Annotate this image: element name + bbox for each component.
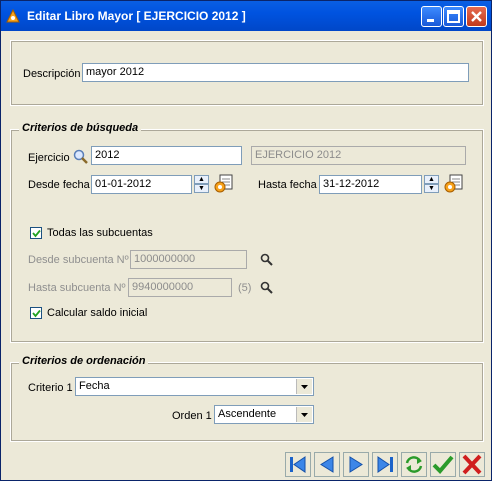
saldo-inicial-label: Calcular saldo inicial — [47, 307, 148, 319]
close-icon — [471, 11, 482, 22]
first-record-button[interactable] — [285, 452, 311, 477]
criterio1-label: Criterio 1 — [28, 382, 73, 394]
search-icon[interactable] — [260, 281, 273, 294]
criterio1-select[interactable]: Fecha — [75, 377, 314, 396]
todas-subcuentas-label: Todas las subcuentas — [47, 227, 153, 239]
chevron-down-icon[interactable] — [296, 407, 312, 422]
next-record-button[interactable] — [343, 452, 369, 477]
ejercicio-label: Ejercicio — [28, 152, 70, 164]
orden1-value: Ascendente — [218, 408, 277, 420]
desde-fecha-input[interactable]: 01-01-2012 — [91, 175, 192, 194]
hasta-fecha-spinner[interactable]: ▲ ▼ — [424, 175, 439, 194]
window-title: Editar Libro Mayor [ EJERCICIO 2012 ] — [27, 9, 246, 23]
maximize-button[interactable] — [443, 6, 464, 27]
todas-subcuentas-checkbox[interactable] — [30, 227, 42, 239]
spin-up-icon[interactable]: ▲ — [424, 175, 439, 184]
hasta-fecha-label: Hasta fecha — [258, 179, 317, 191]
previous-icon — [320, 456, 334, 473]
desde-fecha-label: Desde fecha — [28, 179, 90, 191]
next-icon — [349, 456, 363, 473]
desde-subcuenta-input: 1000000000 — [130, 250, 247, 269]
last-record-button[interactable] — [372, 452, 398, 477]
accept-icon — [432, 455, 454, 474]
dialog-body: Descripción mayor 2012 Criterios de búsq… — [4, 32, 488, 477]
app-icon — [6, 9, 20, 23]
refresh-button[interactable] — [401, 452, 427, 477]
accept-button[interactable] — [430, 452, 456, 477]
spin-up-icon[interactable]: ▲ — [194, 175, 209, 184]
search-icon[interactable] — [72, 148, 90, 166]
hasta-subcuenta-input: 9940000000 — [128, 278, 232, 297]
ejercicio-description: EJERCICIO 2012 — [251, 146, 466, 165]
desde-fecha-spinner[interactable]: ▲ ▼ — [194, 175, 209, 194]
spin-down-icon[interactable]: ▼ — [194, 184, 209, 193]
window: Editar Libro Mayor [ EJERCICIO 2012 ] De… — [0, 0, 492, 481]
descripcion-label: Descripción — [23, 68, 81, 80]
ordenacion-legend: Criterios de ordenación — [19, 355, 149, 367]
ejercicio-input[interactable]: 2012 — [91, 146, 242, 165]
chevron-down-icon[interactable] — [296, 379, 312, 394]
checkmark-icon — [32, 309, 41, 318]
calendar-icon[interactable] — [444, 173, 464, 193]
minimize-button[interactable] — [421, 6, 442, 27]
desde-subcuenta-label: Desde subcuenta Nº — [28, 254, 129, 266]
refresh-icon — [405, 456, 423, 473]
checkmark-icon — [32, 229, 41, 238]
calendar-icon[interactable] — [214, 173, 234, 193]
close-button[interactable] — [466, 6, 487, 27]
ordenacion-panel — [10, 362, 484, 442]
cancel-icon — [462, 454, 482, 475]
spin-down-icon[interactable]: ▼ — [424, 184, 439, 193]
minimize-icon — [427, 19, 434, 22]
criterio1-value: Fecha — [79, 380, 110, 392]
first-icon — [290, 456, 306, 473]
busqueda-legend: Criterios de búsqueda — [19, 122, 142, 134]
cancel-button[interactable] — [459, 452, 485, 477]
search-icon[interactable] — [260, 253, 273, 266]
hasta-fecha-input[interactable]: 31-12-2012 — [319, 175, 422, 194]
last-icon — [377, 456, 393, 473]
descripcion-input[interactable]: mayor 2012 — [82, 63, 469, 82]
saldo-inicial-checkbox[interactable] — [30, 307, 42, 319]
orden1-select[interactable]: Ascendente — [214, 405, 314, 424]
previous-record-button[interactable] — [314, 452, 340, 477]
hasta-subcuenta-hint: (5) — [238, 282, 252, 294]
maximize-icon — [447, 10, 460, 23]
hasta-subcuenta-label: Hasta subcuenta Nº — [28, 282, 126, 294]
orden1-label: Orden 1 — [172, 410, 212, 422]
title-bar[interactable]: Editar Libro Mayor [ EJERCICIO 2012 ] — [1, 1, 491, 31]
